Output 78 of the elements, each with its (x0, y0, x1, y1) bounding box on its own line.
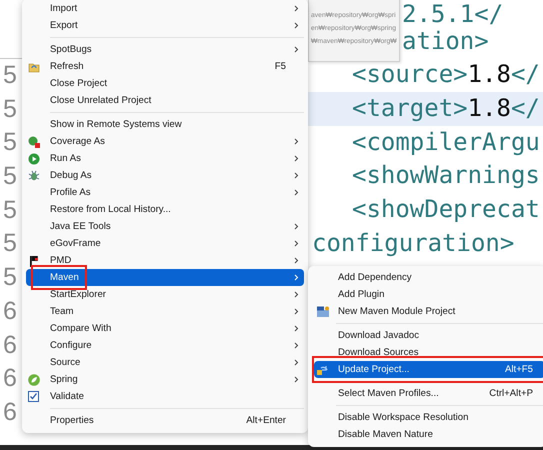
chevron-right-icon (294, 291, 298, 298)
menu-item[interactable]: PMD (26, 252, 304, 269)
menu-item[interactable]: Java EE Tools (26, 218, 304, 235)
checkbox[interactable] (28, 391, 39, 402)
chevron-right-icon (294, 359, 298, 366)
code-line: <target>1.8</ (352, 94, 540, 122)
menu-item[interactable]: Run As (26, 150, 304, 167)
chevron-right-icon (294, 22, 298, 29)
menu-item[interactable]: Add Plugin (314, 286, 543, 303)
chevron-right-icon (294, 325, 298, 332)
line-number: 5 (2, 161, 18, 192)
chevron-right-icon (294, 172, 298, 179)
line-number: 6 (2, 396, 18, 428)
menu-item[interactable]: Configure (26, 337, 304, 354)
line-number: 5 (2, 228, 18, 260)
menu-item[interactable]: Validate (26, 388, 304, 405)
menu-item[interactable]: Add Dependency (314, 269, 543, 286)
chevron-right-icon (294, 376, 298, 383)
menu-item[interactable]: SpotBugs (26, 41, 304, 58)
menu-item[interactable]: Download Javadoc (314, 327, 543, 344)
menu-item[interactable]: Close Project (26, 75, 304, 92)
chevron-right-icon (294, 189, 298, 196)
menu-item[interactable]: Properties Alt+Enter (26, 412, 304, 429)
line-number: 5 (2, 194, 18, 226)
coverage-icon (28, 136, 40, 148)
code-line: <compilerArgu (352, 128, 540, 156)
chevron-right-icon (294, 223, 298, 230)
line-number: 5 (2, 127, 18, 158)
line-number: 5 (2, 94, 18, 125)
module-icon (316, 306, 330, 318)
code-line: <showWarnings (352, 161, 540, 190)
menu-item[interactable]: Compare With (26, 320, 304, 337)
chevron-right-icon (294, 138, 298, 145)
menu-item[interactable]: Refresh F5 (26, 58, 304, 75)
menu-item[interactable]: Profile As (26, 184, 304, 201)
menu-item[interactable]: Restore from Local History... (26, 201, 304, 218)
menu-item[interactable]: StartExplorer (26, 286, 304, 303)
chevron-right-icon (294, 342, 298, 349)
chevron-right-icon (294, 257, 298, 264)
refresh-icon (28, 60, 40, 72)
update-icon (316, 364, 328, 376)
menu-item[interactable]: Close Unrelated Project (26, 92, 304, 109)
line-number: 5 (2, 60, 18, 91)
line-number: 6 (2, 363, 18, 394)
menu-item[interactable]: Disable Maven Nature (314, 426, 543, 443)
line-number: 5 (2, 262, 18, 294)
flag-icon (28, 254, 40, 266)
menu-item[interactable]: New Maven Module Project (314, 303, 543, 320)
line-number: 6 (2, 330, 18, 360)
menu-item[interactable]: eGovFrame (26, 235, 304, 252)
run-icon (28, 152, 40, 164)
menu-item[interactable]: Spring (26, 371, 304, 388)
code-line: configuration> (312, 228, 514, 257)
line-number: 6 (2, 296, 18, 327)
chevron-right-icon (294, 155, 298, 162)
code-line: 2.5.1</ (402, 0, 504, 28)
leaf-icon (28, 374, 40, 386)
menu-item[interactable]: Show in Remote Systems view (26, 116, 304, 133)
menu-item[interactable]: Maven (26, 269, 304, 286)
bug-icon (28, 170, 40, 182)
code-line: ation> (402, 26, 489, 55)
menu-item[interactable]: Coverage As (26, 133, 304, 150)
menu-item[interactable]: Download Sources (314, 344, 543, 361)
menu-item[interactable]: Select Maven Profiles... Ctrl+Alt+P (314, 385, 543, 402)
menu-item[interactable]: Export (26, 17, 304, 34)
chevron-right-icon (294, 274, 298, 281)
chevron-right-icon (294, 240, 298, 247)
chevron-right-icon (294, 46, 298, 53)
code-line: <source>1.8</ (352, 60, 540, 88)
code-line: <showDeprecat (352, 195, 540, 224)
chevron-right-icon (294, 308, 298, 315)
menu-item[interactable]: Debug As (26, 167, 304, 184)
menu-item[interactable]: Disable Workspace Resolution (314, 409, 543, 426)
menu-item[interactable]: Source (26, 354, 304, 371)
menu-item[interactable]: Team (26, 303, 304, 320)
menu-item[interactable]: Import (26, 0, 304, 17)
chevron-right-icon (294, 5, 298, 12)
menu-item[interactable]: Update Project... Alt+F5 (314, 361, 543, 378)
